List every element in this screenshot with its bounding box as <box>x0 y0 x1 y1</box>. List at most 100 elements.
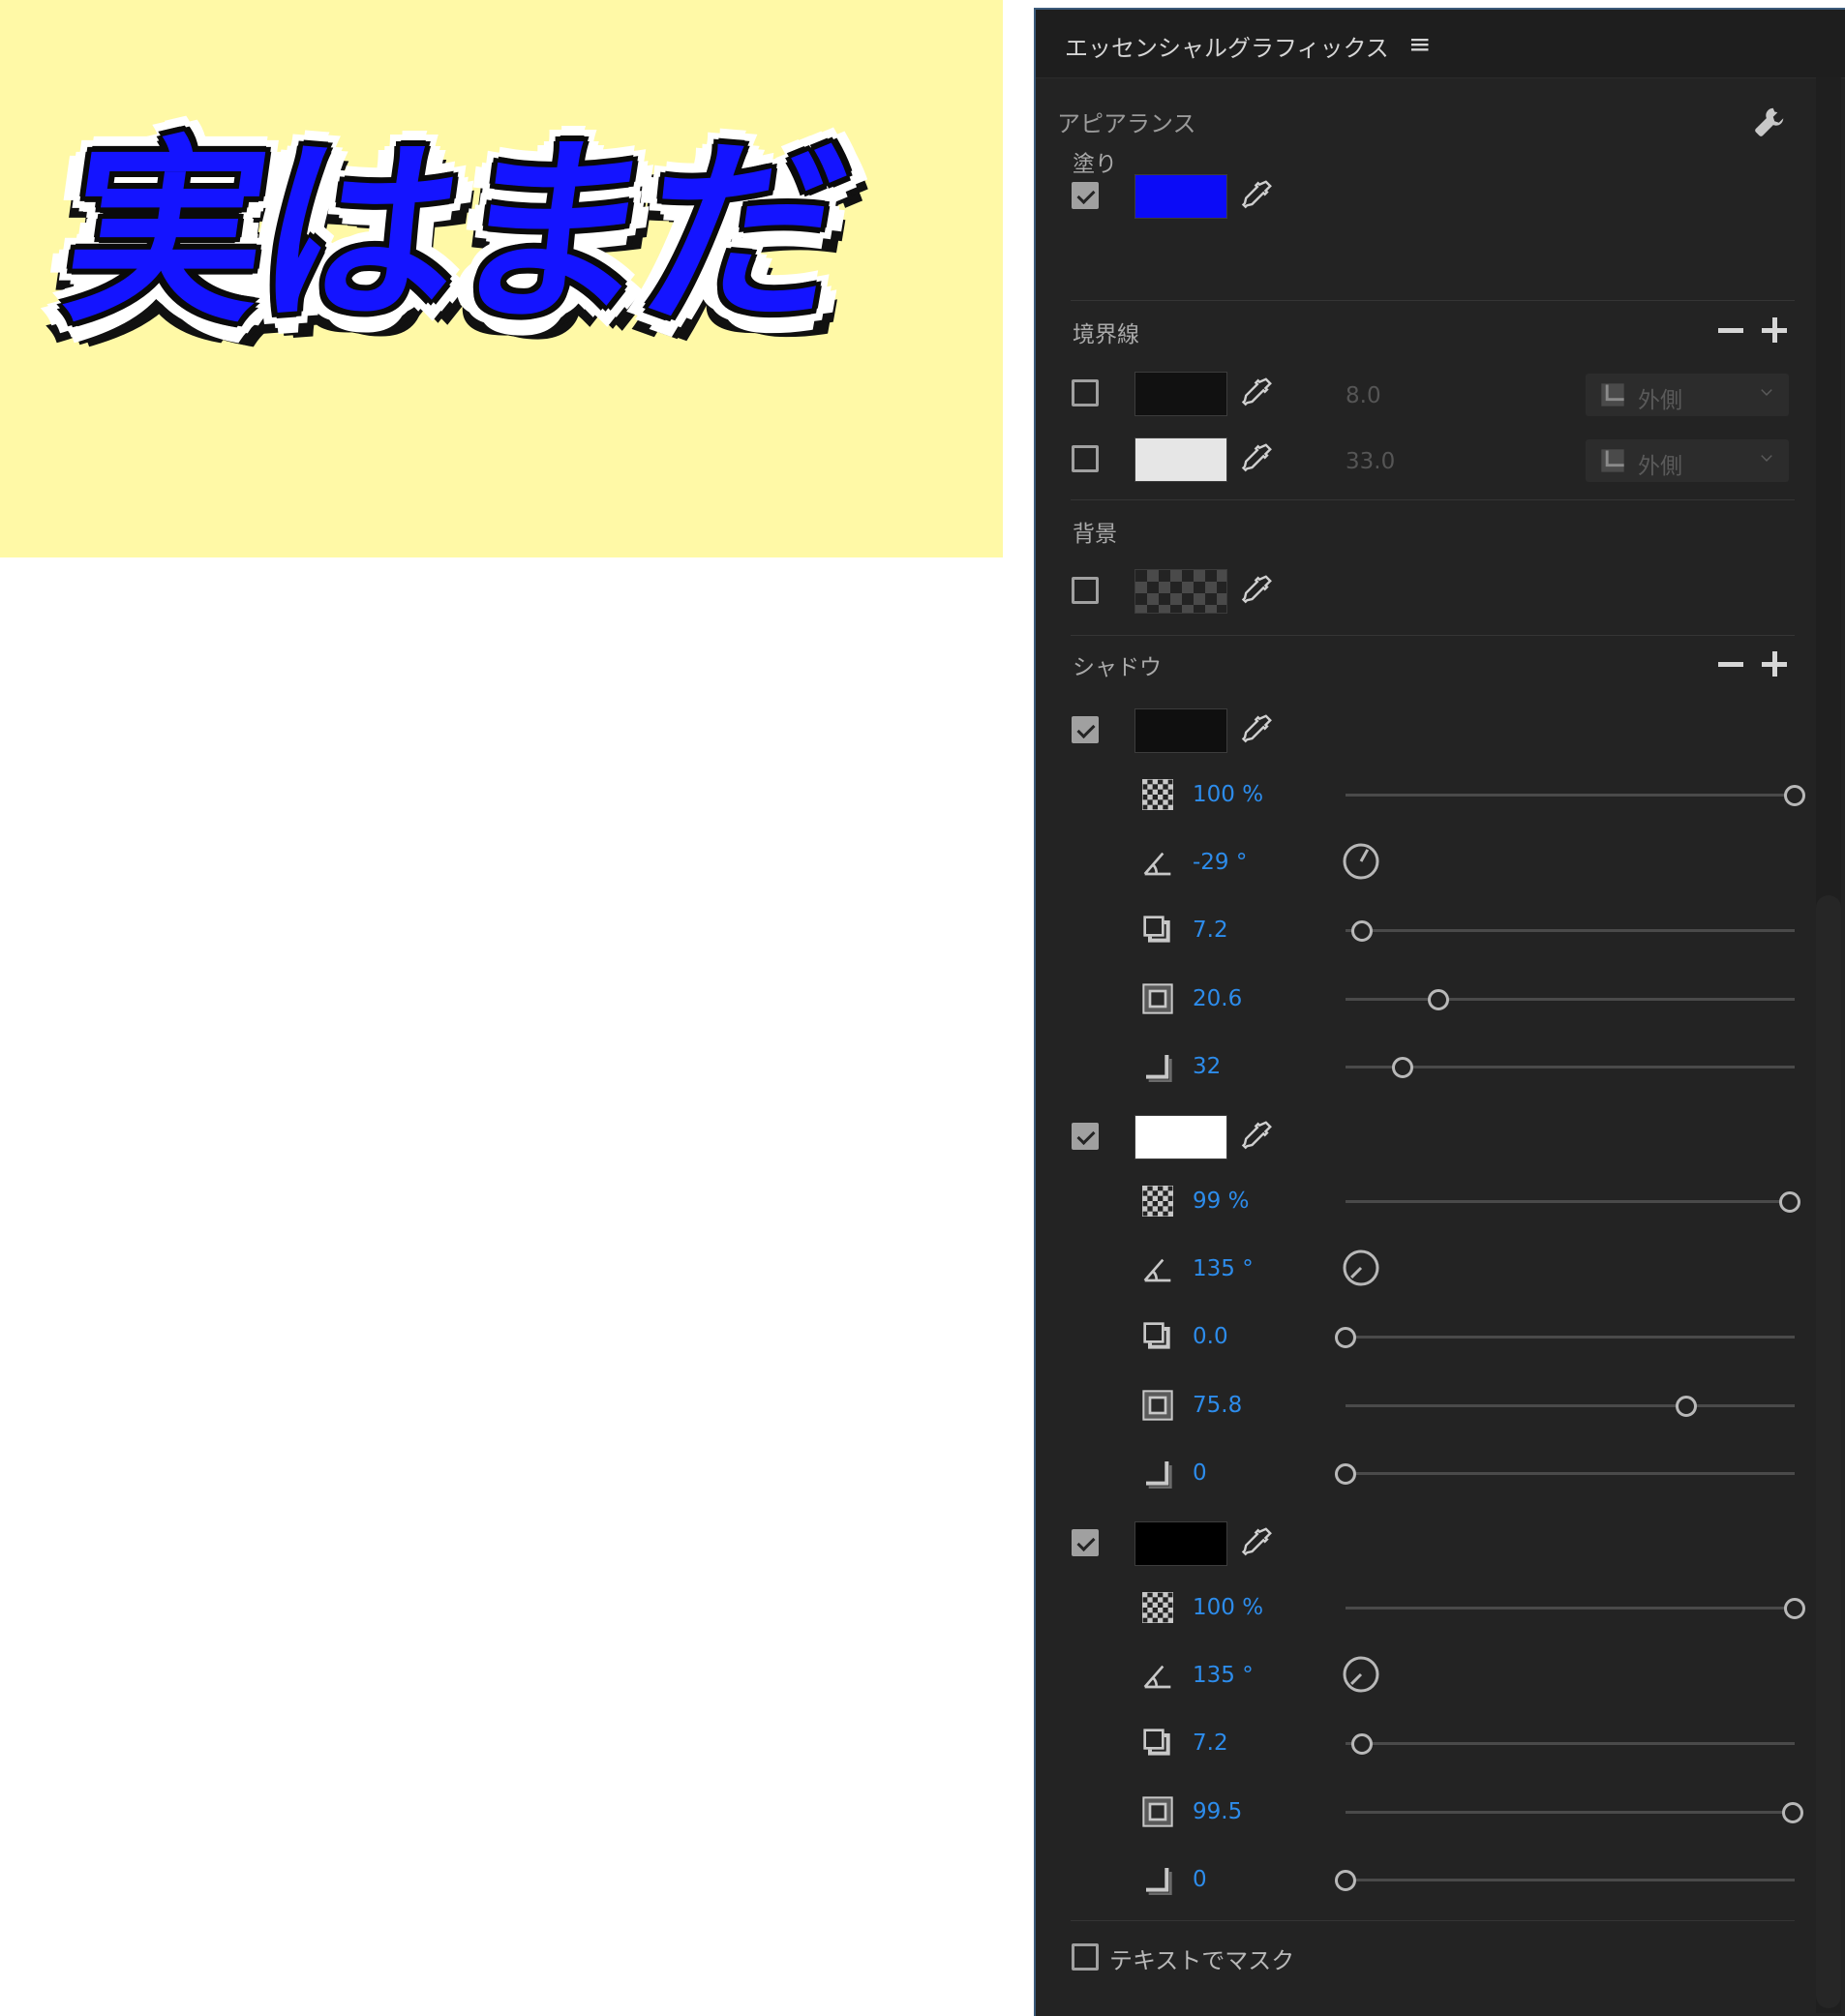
shadow-distance-value[interactable]: 7.2 <box>1193 1730 1228 1756</box>
fill-color-swatch[interactable] <box>1134 174 1227 219</box>
eyedropper-icon[interactable] <box>1239 178 1274 213</box>
shadow-size-slider-handle[interactable] <box>1676 1396 1697 1417</box>
shadow-blur-value[interactable]: 0 <box>1193 1460 1207 1486</box>
opacity-icon <box>1142 1592 1173 1623</box>
remove-stroke-button[interactable] <box>1718 328 1743 333</box>
wrench-icon[interactable] <box>1752 105 1787 139</box>
shadow-blur-icon <box>1146 1461 1172 1489</box>
shadow-size-value[interactable]: 75.8 <box>1193 1393 1242 1418</box>
shadow-blur-slider-track[interactable] <box>1346 1472 1795 1475</box>
shadow-distance-icon <box>1143 1729 1170 1756</box>
shadow-distance-slider-handle[interactable] <box>1351 1733 1373 1755</box>
preview-title-text: 実はまだ <box>51 119 855 349</box>
shadow-distance-icon <box>1143 1322 1170 1349</box>
add-shadow-button[interactable] <box>1762 651 1787 677</box>
shadow-size-value[interactable]: 99.5 <box>1193 1799 1242 1824</box>
shadow-size-slider-track[interactable] <box>1346 998 1795 1001</box>
eyedropper-icon[interactable] <box>1239 376 1274 410</box>
shadow-angle-value[interactable]: 135 ° <box>1193 1663 1254 1688</box>
stroke-width-value[interactable]: 33.0 <box>1346 449 1395 474</box>
hamburger-menu-icon[interactable]: ≡ <box>1408 31 1431 58</box>
shadow-section-label: シャドウ <box>1073 655 1162 680</box>
stroke-checkbox[interactable] <box>1072 445 1099 472</box>
shadow-opacity-slider-handle[interactable] <box>1784 1598 1805 1619</box>
appearance-section-label: アピアランス <box>1057 110 1196 137</box>
section-divider <box>1071 499 1795 500</box>
shadow-color-swatch[interactable] <box>1134 1521 1227 1566</box>
background-color-swatch[interactable] <box>1134 569 1227 614</box>
shadow-angle-value[interactable]: 135 ° <box>1193 1256 1254 1281</box>
shadow-opacity-slider-handle[interactable] <box>1779 1191 1800 1213</box>
eyedropper-icon[interactable] <box>1239 712 1274 747</box>
shadow-checkbox[interactable] <box>1072 1123 1099 1150</box>
shadow-opacity-slider-handle[interactable] <box>1784 785 1805 806</box>
opacity-icon <box>1142 1186 1173 1217</box>
stroke-position-label: 外側 <box>1638 388 1682 413</box>
shadow-color-swatch[interactable] <box>1134 708 1227 753</box>
scrollbar-thumb[interactable] <box>1816 895 1841 2008</box>
stroke-color-swatch[interactable] <box>1134 372 1227 416</box>
fill-section-label: 塗り <box>1073 152 1117 177</box>
stroke-color-swatch[interactable] <box>1134 437 1227 482</box>
fill-checkbox[interactable] <box>1072 182 1099 209</box>
shadow-blur-icon <box>1146 1055 1172 1082</box>
stroke-position-outer-icon <box>1601 449 1624 472</box>
shadow-blur-value[interactable]: 32 <box>1193 1054 1221 1079</box>
angle-dial[interactable] <box>1341 1654 1381 1695</box>
angle-dial[interactable] <box>1341 841 1381 882</box>
shadow-blur-slider-handle[interactable] <box>1335 1463 1356 1485</box>
shadow-distance-icon <box>1143 916 1170 943</box>
eyedropper-icon[interactable] <box>1239 1525 1274 1560</box>
shadow-size-slider-track[interactable] <box>1346 1404 1795 1407</box>
shadow-blur-slider-handle[interactable] <box>1335 1870 1356 1891</box>
shadow-opacity-slider-track[interactable] <box>1346 1607 1795 1610</box>
shadow-color-swatch[interactable] <box>1134 1115 1227 1159</box>
eyedropper-icon[interactable] <box>1239 573 1274 608</box>
shadow-opacity-value[interactable]: 100 % <box>1193 782 1263 807</box>
shadow-size-slider-track[interactable] <box>1346 1811 1795 1814</box>
background-section-label: 背景 <box>1073 522 1117 547</box>
stroke-position-outer-icon <box>1601 383 1624 406</box>
shadow-size-icon <box>1142 983 1173 1014</box>
shadow-opacity-value[interactable]: 99 % <box>1193 1189 1249 1214</box>
shadow-distance-slider-track[interactable] <box>1346 1336 1795 1339</box>
mask-with-text-checkbox[interactable] <box>1072 1943 1099 1971</box>
shadow-angle-value[interactable]: -29 ° <box>1193 850 1247 875</box>
remove-shadow-button[interactable] <box>1718 662 1743 667</box>
shadow-distance-slider-handle[interactable] <box>1335 1327 1356 1348</box>
stroke-width-value[interactable]: 8.0 <box>1346 383 1381 408</box>
shadow-distance-slider-track[interactable] <box>1346 1742 1795 1745</box>
add-stroke-button[interactable] <box>1762 317 1787 343</box>
opacity-icon <box>1142 779 1173 810</box>
stroke-checkbox[interactable] <box>1072 379 1099 406</box>
mask-with-text-label: テキストでマスク <box>1109 1947 1295 1974</box>
shadow-distance-slider-track[interactable] <box>1346 929 1795 932</box>
angle-dial[interactable] <box>1341 1248 1381 1288</box>
shadow-blur-slider-track[interactable] <box>1346 1879 1795 1881</box>
shadow-size-slider-handle[interactable] <box>1428 989 1449 1010</box>
section-divider <box>1071 300 1795 301</box>
stroke-position-label: 外側 <box>1638 454 1682 479</box>
shadow-distance-value[interactable]: 0.0 <box>1193 1324 1228 1349</box>
eyedropper-icon[interactable] <box>1239 1119 1274 1154</box>
angle-icon <box>1143 1258 1171 1282</box>
shadow-opacity-slider-track[interactable] <box>1346 1200 1795 1203</box>
eyedropper-icon[interactable] <box>1239 441 1274 476</box>
panel-title: エッセンシャルグラフィックス <box>1065 35 1389 62</box>
stroke-position-dropdown[interactable]: 外側 <box>1586 439 1789 482</box>
stroke-position-dropdown[interactable]: 外側 <box>1586 374 1789 416</box>
shadow-checkbox[interactable] <box>1072 716 1099 743</box>
shadow-opacity-slider-track[interactable] <box>1346 794 1795 797</box>
shadow-blur-value[interactable]: 0 <box>1193 1867 1207 1892</box>
shadow-distance-slider-handle[interactable] <box>1351 920 1373 942</box>
shadow-size-value[interactable]: 20.6 <box>1193 986 1242 1011</box>
background-checkbox[interactable] <box>1072 577 1099 604</box>
shadow-blur-slider-handle[interactable] <box>1392 1057 1413 1078</box>
shadow-blur-icon <box>1146 1868 1172 1895</box>
shadow-distance-value[interactable]: 7.2 <box>1193 918 1228 943</box>
shadow-opacity-value[interactable]: 100 % <box>1193 1595 1263 1620</box>
shadow-size-slider-handle[interactable] <box>1782 1802 1803 1823</box>
shadow-checkbox[interactable] <box>1072 1529 1099 1556</box>
section-divider <box>1071 635 1795 636</box>
panel-header: エッセンシャルグラフィックス ≡ <box>1036 10 1845 78</box>
